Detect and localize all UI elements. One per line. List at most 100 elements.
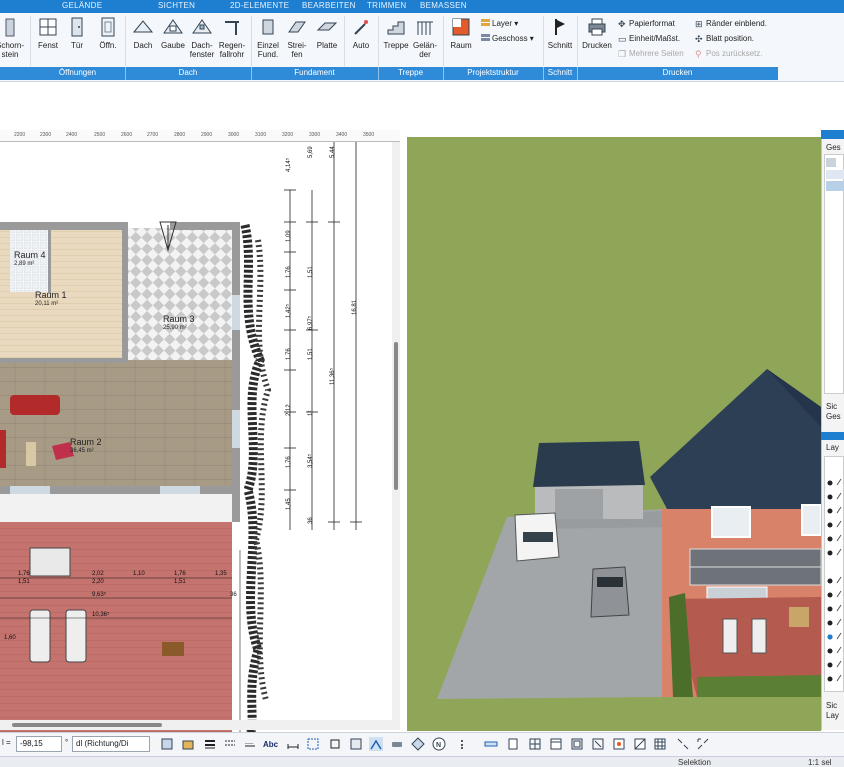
ribbon-separator: [344, 16, 345, 66]
ruler-icon: ▭: [618, 34, 627, 44]
layer-list[interactable]: [824, 456, 844, 692]
floor-plan-drawing[interactable]: [0, 130, 400, 735]
draw-tool-icon[interactable]: [369, 737, 383, 751]
wall-tool-icon[interactable]: [484, 737, 498, 751]
grid-icon[interactable]: [528, 737, 542, 751]
angle-input[interactable]: -98,15: [16, 736, 62, 752]
crop-icon[interactable]: [328, 737, 342, 751]
highlight-icon[interactable]: [612, 737, 626, 751]
treppe-button[interactable]: Treppe: [381, 16, 411, 66]
3d-scene[interactable]: [407, 137, 821, 731]
floor-plan-view[interactable]: Raum 4 2,89 m² Raum 1 20,11 m² Raum 3 25…: [0, 130, 400, 735]
diamond-icon[interactable]: [411, 737, 425, 751]
text-tool-icon[interactable]: Abc: [263, 737, 281, 751]
more-icon[interactable]: [458, 737, 466, 751]
status-mode: Selektion: [678, 758, 711, 767]
oeffnung-button[interactable]: Öffn.: [94, 16, 122, 66]
direction-select[interactable]: dl (Richtung/Di: [72, 736, 150, 752]
panel-label-geschoss: Ges: [826, 412, 841, 421]
pos-zuruecksetzen-button[interactable]: ⚲ Pos zurücksetz.: [695, 48, 762, 60]
tree-row-selected[interactable]: [826, 181, 844, 191]
panel-label-layer-2: Lay: [826, 711, 839, 720]
grid-fine-icon[interactable]: [653, 737, 667, 751]
north-arrow-icon[interactable]: N: [432, 737, 446, 751]
select-frame-icon[interactable]: [306, 737, 320, 751]
ruler-tick: 2200: [14, 132, 26, 138]
expand-icon[interactable]: [696, 737, 710, 751]
geschoss-label: Geschoss: [492, 34, 528, 43]
tab-bemassen[interactable]: BEMASSEN: [420, 1, 467, 10]
raender-button[interactable]: ⊞ Ränder einblend.: [695, 18, 767, 30]
snap-icon[interactable]: [160, 737, 174, 751]
dachfenster-button[interactable]: Dach- fenster: [188, 16, 216, 66]
dimension-icon[interactable]: [286, 737, 300, 751]
svg-text:___: ___: [244, 739, 254, 745]
dashed-lines-icon[interactable]: [223, 737, 237, 751]
layers-tool-icon[interactable]: [181, 737, 195, 751]
einheit-button[interactable]: ▭ Einheit/Maßst.: [618, 33, 680, 45]
ruler-tick: 2700: [147, 132, 159, 138]
drucken-label: Drucken: [582, 41, 612, 50]
scrollbar-thumb[interactable]: [394, 342, 398, 490]
ribbon-separator: [125, 16, 126, 66]
streifenfundament-button[interactable]: Strei- fen: [284, 16, 310, 66]
shrink-icon[interactable]: [676, 737, 690, 751]
dim-label: 1,35: [215, 571, 227, 577]
3d-view[interactable]: [407, 137, 821, 731]
tab-sichten[interactable]: SICHTEN: [158, 1, 195, 10]
app-window: GELÄNDE SICHTEN 2D-ELEMENTE BEARBEITEN T…: [0, 0, 844, 767]
platte-label: Platte: [316, 41, 338, 50]
image-icon[interactable]: [349, 737, 363, 751]
page-icon[interactable]: [506, 737, 520, 751]
dim-label: 36: [308, 517, 314, 524]
table-icon[interactable]: [549, 737, 563, 751]
tree-row[interactable]: [826, 170, 844, 179]
dach-button[interactable]: Dach: [128, 16, 158, 66]
room-area-raum2: 36,45 m²: [70, 448, 94, 454]
plan-vertical-scrollbar[interactable]: [392, 142, 400, 722]
scrollbar-thumb[interactable]: [12, 723, 162, 727]
status-scale: 1:1 sel: [808, 758, 832, 767]
hatch-icon[interactable]: [633, 737, 647, 751]
drucken-button[interactable]: Drucken: [580, 16, 614, 66]
schnitt-button[interactable]: Schnitt: [545, 16, 575, 66]
dimension-line-icon[interactable]: ___: [243, 737, 257, 751]
papierformat-button[interactable]: ✥ Papierformat: [618, 18, 675, 30]
ruler-tick: 2900: [201, 132, 213, 138]
auto-button[interactable]: Auto: [346, 16, 376, 66]
car-tool-icon[interactable]: [390, 737, 404, 751]
geschoss-dropdown[interactable]: Geschoss ▾: [481, 33, 534, 45]
gaube-button[interactable]: Gaube: [158, 16, 188, 66]
corner-icon[interactable]: [591, 737, 605, 751]
tab-bearbeiten[interactable]: BEARBEITEN: [302, 1, 356, 10]
layer-dropdown[interactable]: Layer ▾: [481, 18, 518, 30]
coordinate-label: l =: [2, 738, 11, 747]
einzelfundament-button[interactable]: Einzel Fund.: [254, 16, 282, 66]
dim-label: 1,51: [308, 348, 314, 360]
platte-button[interactable]: Platte: [312, 16, 342, 66]
schornstein-button[interactable]: Schorn- stein: [0, 16, 24, 66]
raum-button[interactable]: Raum: [446, 16, 476, 66]
frame-icon[interactable]: [570, 737, 584, 751]
tab-gelaende[interactable]: GELÄNDE: [62, 1, 102, 10]
layer-visibility-icons[interactable]: [825, 457, 844, 693]
dim-label: 1,09: [286, 230, 292, 242]
gelaender-button[interactable]: Gelän- der: [410, 16, 440, 66]
blatt-position-button[interactable]: ✣ Blatt position.: [695, 33, 754, 45]
tab-trimmen[interactable]: TRIMMEN: [367, 1, 406, 10]
line-style-icon[interactable]: [203, 737, 217, 751]
fenster-button[interactable]: Fenst: [34, 16, 62, 66]
mehrere-seiten-button[interactable]: ❐ Mehrere Seiten: [618, 48, 684, 60]
ruler-tick: 3200: [282, 132, 294, 138]
downpipe-icon: [225, 21, 239, 35]
ribbon-tab-bar: GELÄNDE SICHTEN 2D-ELEMENTE BEARBEITEN T…: [0, 0, 844, 13]
plan-horizontal-scrollbar[interactable]: [0, 720, 400, 730]
panel-label-layer: Lay: [826, 443, 839, 452]
tuer-button[interactable]: Tür: [64, 16, 90, 66]
magic-wand-icon: [354, 20, 368, 35]
schornstein-label: Schorn- stein: [0, 41, 25, 59]
ribbon-separator: [251, 16, 252, 66]
tab-2d-elemente[interactable]: 2D-ELEMENTE: [230, 1, 289, 10]
einzelfundament-label: Einzel Fund.: [257, 41, 279, 59]
regenfallrohr-button[interactable]: Regen- fallrohr: [216, 16, 248, 66]
